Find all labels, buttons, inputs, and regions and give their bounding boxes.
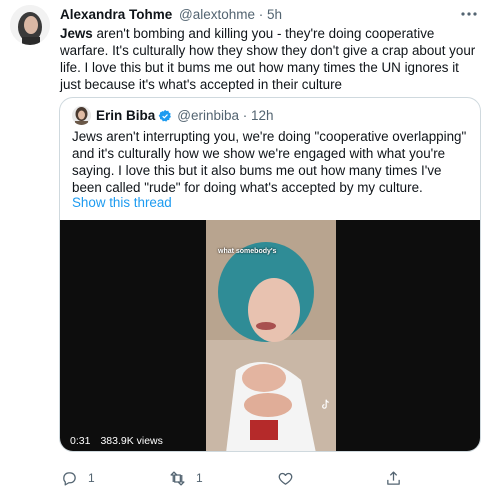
video-duration: 0:31 — [70, 435, 91, 447]
tiktok-icon — [322, 399, 329, 409]
video-views: 383.9K views — [100, 435, 163, 447]
tweet-text-bold: Jews — [60, 26, 93, 41]
video-info: 0:31 383.9K views — [70, 435, 163, 447]
retweet-button[interactable]: 1 — [169, 466, 203, 490]
like-icon — [278, 472, 293, 485]
video-caption: what somebody's — [218, 248, 277, 255]
retweet-icon — [170, 470, 185, 486]
reply-icon — [63, 471, 76, 486]
tweet-text: Jews aren't bombing and killing you - th… — [60, 25, 478, 93]
author-avatar[interactable] — [10, 5, 50, 45]
quoted-text: Jews aren't interrupting you, we're doin… — [72, 129, 467, 195]
reply-count: 1 — [88, 471, 95, 485]
quoted-header: Erin Biba @erinbiba · 12h — [96, 108, 274, 123]
tweet-actions: 1 1 — [55, 466, 475, 490]
share-icon — [387, 470, 400, 485]
verified-icon — [158, 109, 172, 122]
quoted-tweet[interactable]: Erin Biba @erinbiba · 12h Jews aren't in… — [59, 97, 481, 452]
video-player[interactable]: what somebody's 0:31 383.9K views — [60, 220, 480, 451]
share-button[interactable] — [385, 466, 412, 490]
like-button[interactable] — [277, 466, 304, 490]
quoted-author-meta[interactable]: @erinbiba · 12h — [177, 108, 273, 123]
tweet-header: Alexandra Tohme @alextohme · 5h — [60, 7, 282, 22]
quoted-author-name[interactable]: Erin Biba — [96, 108, 155, 123]
quoted-author-avatar[interactable] — [72, 106, 91, 125]
more-icon[interactable] — [459, 6, 479, 22]
author-name[interactable]: Alexandra Tohme — [60, 7, 172, 22]
reply-button[interactable]: 1 — [61, 466, 95, 490]
author-meta[interactable]: @alextohme · 5h — [179, 7, 282, 22]
tweet[interactable]: Alexandra Tohme @alextohme · 5h Jews are… — [0, 0, 489, 503]
tweet-text-rest: aren't bombing and killing you - they're… — [60, 26, 476, 92]
show-thread-link[interactable]: Show this thread — [72, 195, 172, 210]
retweet-count: 1 — [196, 471, 203, 485]
